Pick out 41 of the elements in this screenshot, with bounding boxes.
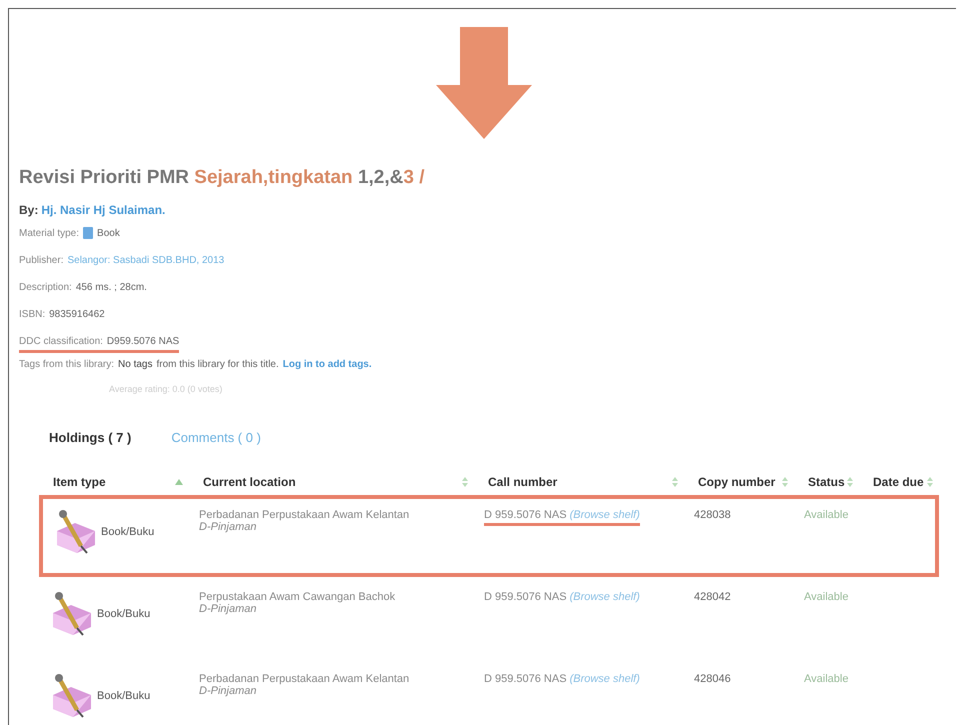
location-text: Perpustakaan Awam Cawangan Bachok (199, 591, 396, 603)
sublocation-text: D-Pinjaman (199, 521, 256, 533)
call-number-text: D 959.5076 NAS (484, 591, 567, 603)
status-text: Available (804, 509, 848, 521)
down-arrow-icon (434, 27, 534, 139)
field-label: Description: (19, 282, 72, 293)
status-text: Available (804, 673, 848, 685)
field-value: D959.5076 NAS (106, 336, 180, 347)
call-number-text: D 959.5076 NAS (484, 509, 567, 521)
sublocation-text: D-Pinjaman (199, 685, 256, 697)
item-type-text: Book/Buku (97, 690, 150, 702)
field-value: Book (97, 228, 120, 238)
location-text: Perbadanan Perpustakaan Awam Kelantan (199, 673, 410, 685)
field-label: DDC classification: (19, 336, 103, 347)
copy-number-text: 428038 (694, 509, 731, 521)
location-text: Perbadanan Perpustakaan Awam Kelantan (199, 509, 410, 521)
author-label: By: (19, 203, 38, 217)
field-value: 456 ms. ; 28cm. (76, 282, 147, 293)
call-number-text: D 959.5076 NAS (484, 673, 567, 685)
sublocation-text: D-Pinjaman (199, 603, 256, 615)
field-label: Publisher: (19, 255, 64, 266)
copy-number-text: 428042 (694, 591, 731, 603)
tab[interactable]: Holdings ( 7 ) (49, 430, 132, 445)
column-header[interactable]: Current location (189, 475, 474, 495)
column-header[interactable]: Item type (39, 475, 189, 495)
column-header[interactable]: Call number (474, 475, 684, 495)
tags-value: No tags (118, 359, 152, 370)
column-header[interactable]: Status (794, 475, 859, 495)
book-icon (83, 227, 94, 239)
field-label: Material type: (19, 228, 80, 238)
item-type-text: Book/Buku (97, 608, 150, 620)
copy-number-text: 428046 (694, 673, 731, 685)
book-title: Revisi Prioriti PMR Sejarah,tingkatan 1,2,&3 / (19, 167, 426, 189)
item-type-text: Book/Buku (101, 526, 154, 538)
field-value: 9835916462 (49, 309, 105, 320)
column-header[interactable]: Copy number (684, 475, 794, 495)
tags-note: from this library for this title. (156, 359, 279, 370)
status-text: Available (804, 591, 848, 603)
column-header[interactable]: Date due (859, 475, 939, 495)
field-label: ISBN: (19, 309, 46, 320)
tags-label: Tags from this library: (19, 359, 114, 370)
